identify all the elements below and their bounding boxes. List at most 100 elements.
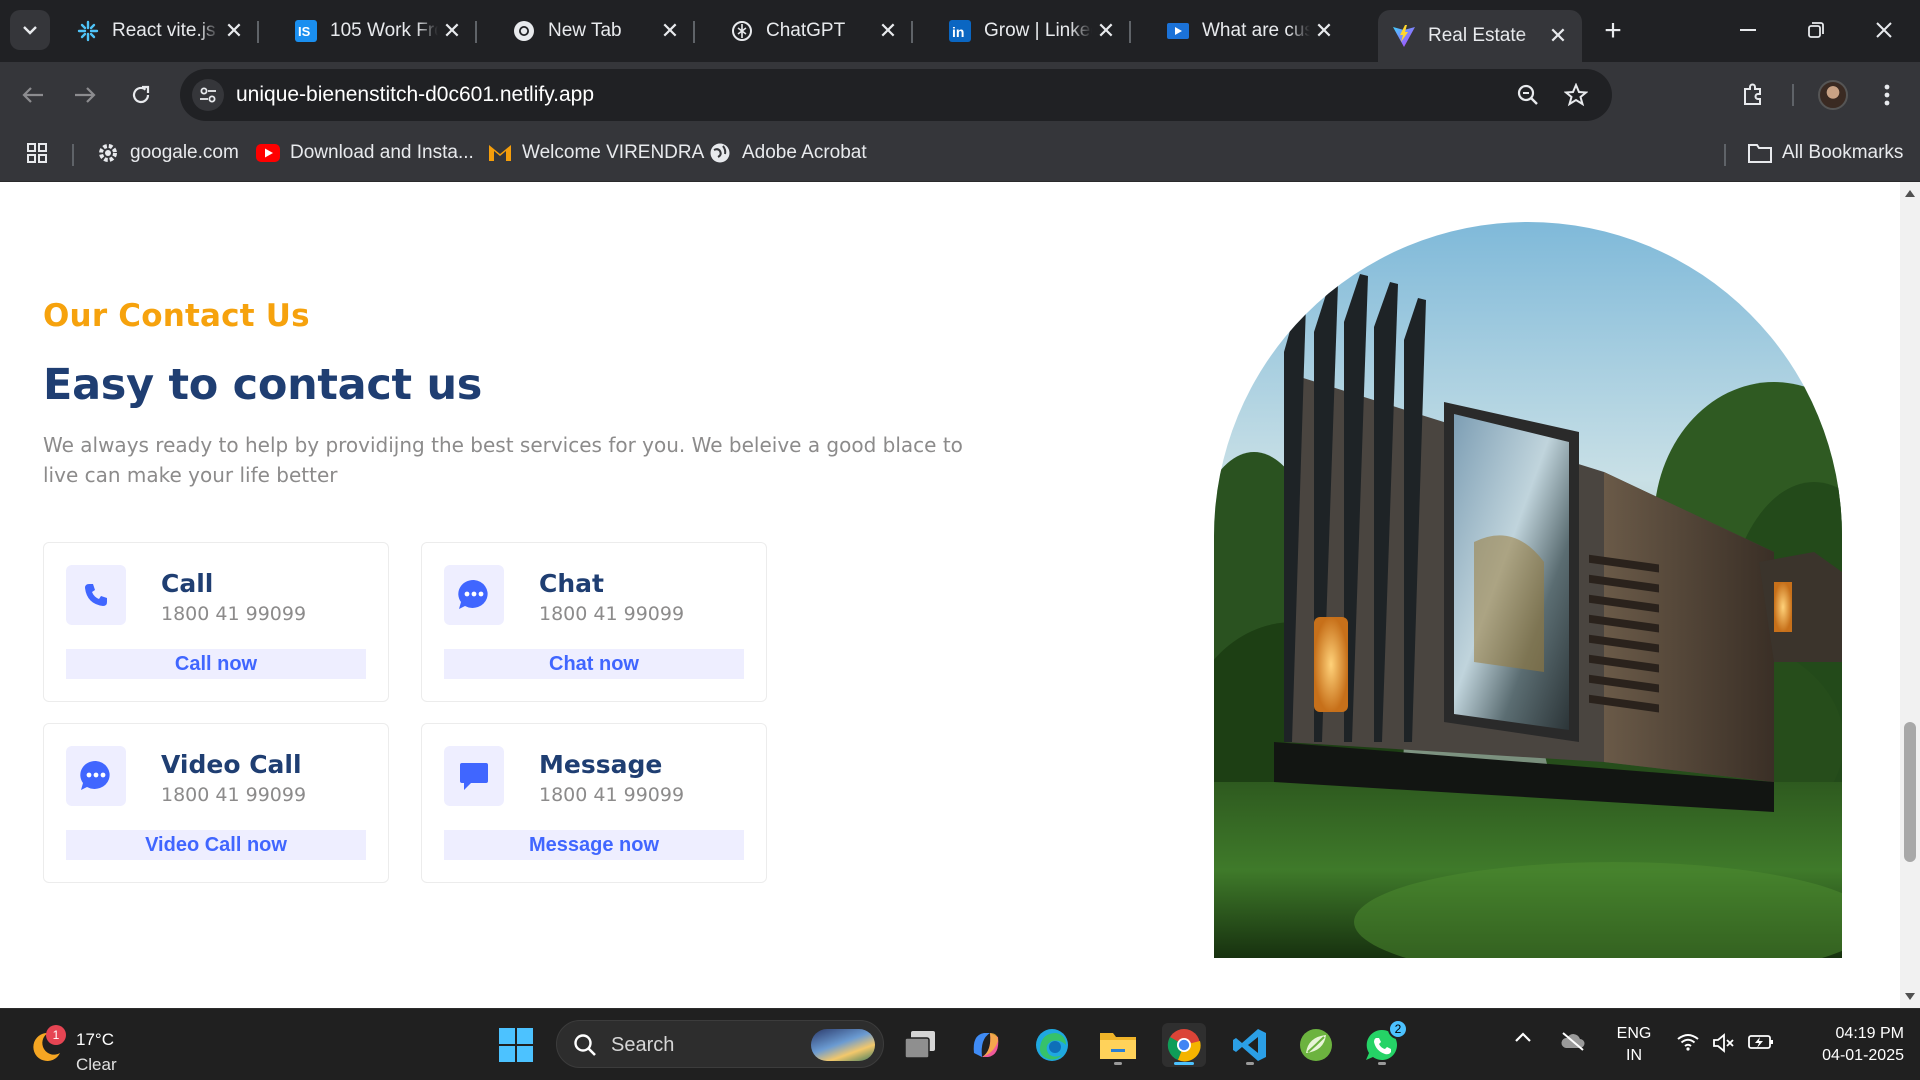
card-phone-number: 1800 41 99099: [539, 784, 685, 806]
onedrive-offline-icon[interactable]: [1560, 1031, 1586, 1051]
taskbar-search[interactable]: Search: [556, 1020, 884, 1068]
svg-text:in: in: [952, 24, 964, 40]
card-title: Call: [161, 569, 214, 598]
section-eyebrow: Our Contact Us: [43, 298, 310, 334]
tab-title: What are cust: [1202, 20, 1310, 41]
edge-icon[interactable]: [1030, 1023, 1074, 1067]
battery-charging-icon[interactable]: [1748, 1033, 1774, 1051]
page-viewport: Our Contact Us Easy to contact us We alw…: [0, 182, 1900, 1008]
tab-divider: [257, 21, 259, 43]
whatsapp-notification-badge: 2: [1388, 1019, 1408, 1039]
back-button[interactable]: [14, 76, 52, 114]
tab-what-are-cust[interactable]: What are cust ✕: [1152, 10, 1348, 52]
input-language-indicator[interactable]: ENG IN: [1612, 1023, 1656, 1067]
weather-temperature: 17°C: [76, 1030, 114, 1049]
clock-time: 04:19 PM: [1835, 1025, 1904, 1042]
profile-avatar[interactable]: [1818, 80, 1848, 110]
menu-kebab-icon[interactable]: [1868, 76, 1906, 114]
toolbar-divider: [1792, 84, 1794, 106]
bookmarks-bar: googale.com Download and Insta... Welcom…: [0, 128, 1920, 182]
card-title: Chat: [539, 569, 604, 598]
minimize-button[interactable]: [1722, 10, 1774, 50]
extensions-icon[interactable]: [1734, 76, 1772, 114]
tab-work-from-home[interactable]: IS 105 Work Fror ✕: [280, 10, 477, 52]
spring-tool-icon[interactable]: [1294, 1023, 1338, 1067]
start-button[interactable]: [494, 1023, 538, 1067]
close-icon[interactable]: ✕: [1092, 17, 1120, 45]
site-settings-icon[interactable]: [192, 79, 224, 111]
chat-now-button[interactable]: Chat now: [444, 649, 744, 679]
scroll-up-arrow-icon[interactable]: [1905, 190, 1915, 197]
close-window-button[interactable]: [1858, 10, 1910, 50]
app-running-indicator: [1246, 1062, 1254, 1065]
close-icon[interactable]: ✕: [220, 17, 248, 45]
tab-chatgpt[interactable]: ChatGPT ✕: [716, 10, 913, 52]
whatsapp-icon[interactable]: 2: [1360, 1019, 1408, 1067]
apps-grid-icon[interactable]: [26, 138, 48, 168]
address-bar[interactable]: unique-bienenstitch-d0c601.netlify.app: [180, 69, 1612, 121]
page-scrollbar[interactable]: [1900, 182, 1920, 1008]
forward-button[interactable]: [66, 76, 104, 114]
system-clock[interactable]: 04:19 PM 04-01-2025: [1792, 1023, 1904, 1067]
wifi-icon[interactable]: [1676, 1033, 1700, 1051]
tab-title: ChatGPT: [766, 20, 846, 41]
reload-button[interactable]: [122, 76, 160, 114]
scroll-down-arrow-icon[interactable]: [1905, 993, 1915, 1000]
vite-icon: [1392, 24, 1416, 48]
gear-icon: [96, 141, 120, 165]
is-logo-icon: IS: [294, 19, 318, 43]
tab-divider: [911, 21, 913, 43]
weather-widget[interactable]: 1 17°C Clear: [28, 1019, 168, 1074]
tab-react-vite[interactable]: React vite.js p ✕: [62, 10, 259, 52]
section-description: We always ready to help by providijng th…: [43, 433, 963, 487]
bookmarks-divider: [72, 144, 74, 166]
card-title: Message: [539, 750, 663, 779]
bookmark-googale[interactable]: googale.com: [96, 138, 239, 168]
card-phone-number: 1800 41 99099: [161, 784, 307, 806]
tab-linkedin[interactable]: in Grow | Linked ✕: [934, 10, 1131, 52]
tab-title: New Tab: [548, 20, 622, 41]
contact-card-call: Call 1800 41 99099 Call now: [43, 542, 389, 702]
search-label: Search: [611, 1034, 675, 1056]
scroll-thumb[interactable]: [1904, 722, 1916, 862]
all-bookmarks-button[interactable]: All Bookmarks: [1748, 138, 1903, 168]
video-call-now-button[interactable]: Video Call now: [66, 830, 366, 860]
clock-date: 04-01-2025: [1822, 1047, 1904, 1064]
close-icon[interactable]: ✕: [1544, 22, 1572, 50]
weather-badge: 1: [46, 1025, 66, 1045]
section-headline: Easy to contact us: [43, 360, 483, 410]
tab-search-button[interactable]: [10, 10, 50, 50]
restore-button[interactable]: [1790, 10, 1842, 50]
message-icon: [444, 746, 504, 806]
close-icon[interactable]: ✕: [656, 17, 684, 45]
chrome-taskbar-icon[interactable]: [1162, 1023, 1206, 1067]
bookmark-label: Download and Insta...: [290, 142, 474, 163]
vscode-icon[interactable]: [1228, 1023, 1272, 1067]
new-tab-button[interactable]: +: [1596, 14, 1630, 48]
bookmark-welcome-virendra[interactable]: Welcome VIRENDRA: [488, 138, 704, 168]
tab-title: 105 Work Fror: [330, 20, 438, 41]
message-now-button[interactable]: Message now: [444, 830, 744, 860]
tab-new-tab[interactable]: New Tab ✕: [498, 10, 695, 52]
bookmark-download-install[interactable]: Download and Insta...: [256, 138, 474, 168]
url-text[interactable]: unique-bienenstitch-d0c601.netlify.app: [236, 83, 594, 107]
tab-title: Real Estate: [1428, 25, 1527, 46]
tab-strip: React vite.js p ✕ IS 105 Work Fror ✕ New…: [0, 0, 1920, 62]
call-now-button[interactable]: Call now: [66, 649, 366, 679]
windows-taskbar: 1 17°C Clear Search 2 ENG IN 04:19 PM 04…: [0, 1008, 1920, 1080]
file-explorer-icon[interactable]: [1096, 1023, 1140, 1067]
bookmark-star-icon[interactable]: [1562, 81, 1590, 109]
tab-real-estate[interactable]: Real Estate ✕: [1378, 10, 1582, 62]
video-icon: [1166, 19, 1190, 43]
linkedin-icon: in: [948, 19, 972, 43]
card-phone-number: 1800 41 99099: [539, 603, 685, 625]
volume-muted-icon[interactable]: [1712, 1033, 1736, 1053]
zoom-icon[interactable]: [1514, 81, 1542, 109]
copilot-icon[interactable]: [964, 1023, 1008, 1067]
close-icon[interactable]: ✕: [438, 17, 466, 45]
bookmark-adobe-acrobat[interactable]: Adobe Acrobat: [708, 138, 867, 168]
task-view-button[interactable]: [898, 1023, 942, 1067]
close-icon[interactable]: ✕: [1310, 17, 1338, 45]
close-icon[interactable]: ✕: [874, 17, 902, 45]
show-hidden-icons-chevron-icon[interactable]: [1514, 1031, 1532, 1043]
